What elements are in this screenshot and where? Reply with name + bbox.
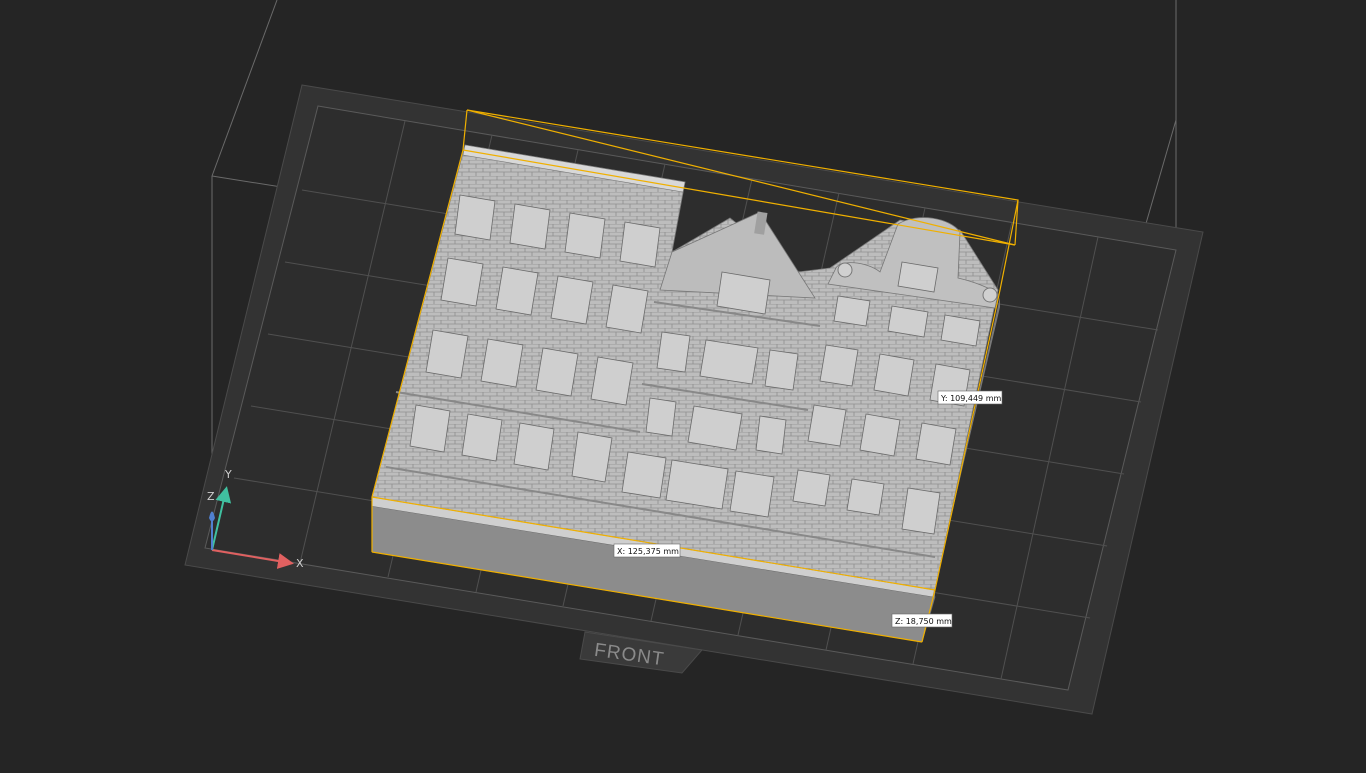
x-axis-label: X (296, 557, 304, 570)
ornament-left (837, 262, 853, 278)
y-axis-label: Y (224, 468, 232, 481)
dimension-x: X: 125,375 mm (613, 543, 681, 558)
scene-canvas[interactable]: FRONT X: 125,375 mm Y: 109,449 mm Z: 18,… (0, 0, 1366, 768)
dimension-x-label: X: 125,375 mm (617, 547, 679, 556)
z-axis-label: Z (207, 490, 215, 503)
3d-viewport[interactable]: FRONT X: 125,375 mm Y: 109,449 mm Z: 18,… (0, 0, 1366, 768)
dimension-y-label: Y: 109,449 mm (940, 394, 1001, 403)
dimension-y: Y: 109,449 mm (937, 390, 1003, 405)
ornament-right (982, 287, 998, 303)
dimension-z-label: Z: 18,750 mm (895, 617, 952, 626)
dimension-z: Z: 18,750 mm (891, 613, 953, 628)
